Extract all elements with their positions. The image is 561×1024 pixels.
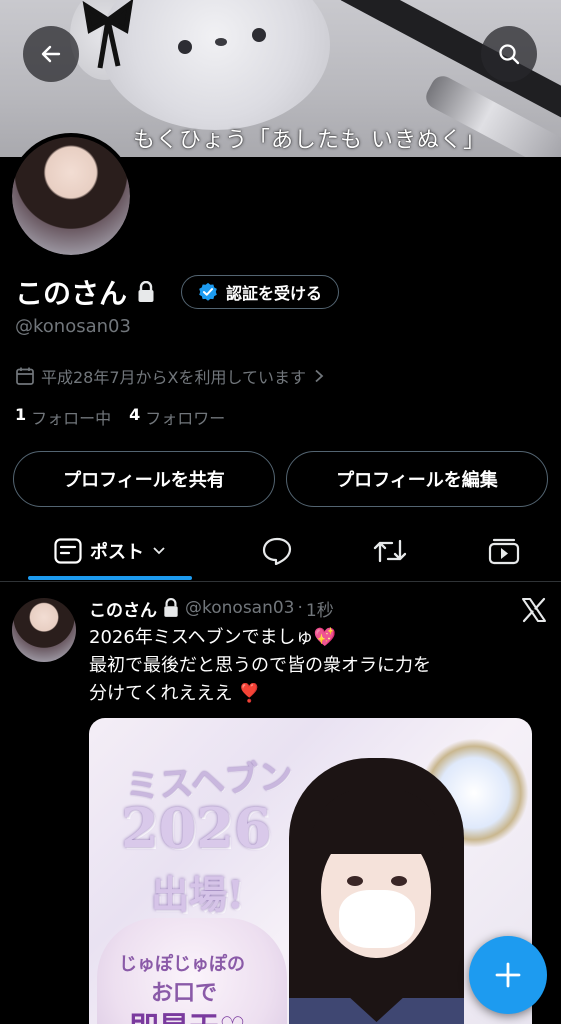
person-eye [391,876,407,886]
arrow-left-icon [41,45,61,63]
search-button[interactable] [481,26,537,82]
tab-reposts[interactable] [360,520,420,582]
tab-active-indicator [28,576,192,580]
verified-badge-icon [199,282,217,301]
following-count[interactable]: 1 [15,405,26,429]
media-icon [488,538,520,565]
post-header: このさん @konosan03 · 1秒 [89,596,334,621]
post-separator: · [297,598,303,618]
back-button[interactable] [23,26,79,82]
profile-tabs: ポスト [0,520,561,582]
post-text-line: 分けてくれえええ ❣️ [89,683,261,704]
profile-avatar[interactable] [8,133,134,259]
joined-date-row[interactable]: 平成28年7月からXを利用しています [15,364,324,388]
search-icon [499,44,520,65]
profile-name-row: このさん 認証を受ける [15,272,340,312]
chevron-down-icon [153,547,165,555]
post-media-image[interactable]: ミスヘブン 2026 出場! じゅぽじゅぽの お口で 即昇天♡ [89,718,532,1024]
image-subtitle-line1: じゅぽじゅぽの [119,954,245,975]
plush-eye [252,28,266,42]
tab-posts-label: ポスト [90,542,144,563]
chevron-right-icon [315,369,324,383]
avatar-image [12,137,130,255]
lock-icon [138,281,154,302]
get-verified-button[interactable]: 認証を受ける [181,275,340,309]
share-profile-button[interactable]: プロフィールを共有 [13,451,275,507]
followers-label[interactable]: フォロワー [145,405,225,429]
image-title-line3: 出場! [151,872,244,917]
image-subtitle-line3: 即昇天♡ [129,1003,246,1024]
x-logo-icon[interactable] [521,597,547,623]
followers-count[interactable]: 4 [129,405,140,429]
person-photo [289,758,464,1024]
edit-profile-button[interactable]: プロフィールを編集 [286,451,548,507]
follow-stats: 1 フォロー中 4 フォロワー [15,405,243,429]
post-author-avatar[interactable] [12,598,76,662]
get-verified-label: 認証を受ける [226,284,323,303]
image-title-line2: 2026 [121,796,272,860]
reply-icon [262,537,292,565]
tab-media[interactable] [474,520,534,582]
lock-icon [164,598,178,617]
plush-eye [178,40,192,54]
plush-nose [215,38,227,46]
person-eye [347,876,363,886]
face-mask [339,890,415,948]
post-text-line: 最初で最後だと思うので皆の衆オラに力を [89,655,431,676]
post-text-line: 2026年ミスヘブンでましゅ💖 [89,627,336,648]
tab-replies[interactable] [247,520,307,582]
post-timestamp[interactable]: 1秒 [306,596,334,621]
repost-icon [373,539,407,563]
profile-name: このさん [15,277,128,310]
calendar-icon [16,367,34,385]
following-label[interactable]: フォロー中 [31,405,111,429]
post-author-name[interactable]: このさん [89,596,157,621]
post-text: 2026年ミスヘブンでましゅ💖 最初で最後だと思うので皆の衆オラに力を 分けてく… [89,624,544,708]
tab-posts[interactable]: ポスト [28,520,192,582]
posts-icon [54,538,82,564]
ribbon-decoration [82,0,134,69]
banner-caption: もくひょう「あしたも いきぬく」 [133,128,486,153]
post-author-handle[interactable]: @konosan03 [185,598,295,618]
compose-post-button[interactable] [469,936,547,1014]
plus-icon [495,962,521,988]
joined-date-text: 平成28年7月からXを利用しています [41,368,307,387]
profile-handle: @konosan03 [15,316,131,337]
